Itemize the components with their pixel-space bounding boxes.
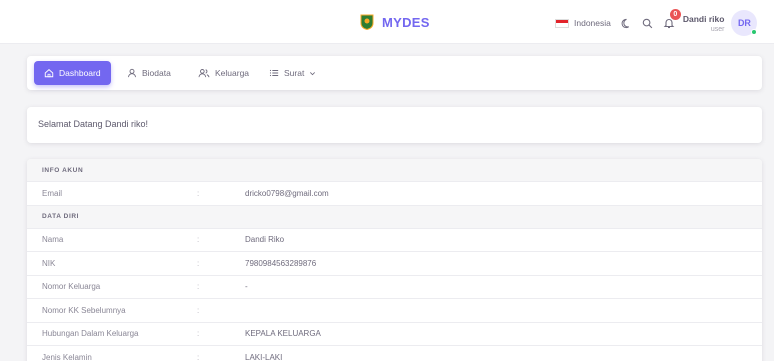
notification-badge: 0 — [669, 9, 681, 20]
online-status-dot — [751, 29, 758, 35]
horizontal-menu: Dashboard Biodata Keluarga Surat — [27, 56, 762, 90]
brand-name: MYDES — [382, 14, 430, 30]
home-icon — [44, 69, 54, 78]
user-role: user — [710, 25, 725, 33]
row-value: LAKI-LAKI — [245, 352, 283, 361]
row-value: Dandi Riko — [245, 235, 285, 245]
search-icon[interactable] — [640, 15, 656, 31]
user-info[interactable]: Dandi riko user — [683, 14, 725, 33]
row-value: dricko0798@gmail.com — [245, 188, 329, 198]
row-value: - — [245, 282, 248, 292]
welcome-card: Selamat Datang Dandi riko! — [27, 107, 762, 143]
row-separator: : — [197, 352, 200, 361]
row-label: Nomor Keluarga — [42, 282, 101, 292]
language-selector[interactable]: Indonesia — [574, 18, 611, 28]
menu-item-label: Keluarga — [215, 68, 250, 78]
row-separator: : — [197, 282, 200, 292]
table-row: Nomor KK Sebelumnya : — [27, 299, 762, 323]
section-info-akun: INFO AKUN — [27, 159, 762, 182]
avatar[interactable]: DR — [731, 10, 758, 36]
row-label: NIK — [42, 258, 56, 268]
menu-item-keluarga[interactable]: Keluarga — [190, 61, 257, 85]
theme-toggle-icon[interactable] — [619, 15, 635, 31]
indonesia-flag-icon[interactable] — [555, 18, 569, 28]
row-label: Jenis Kelamin — [42, 352, 92, 361]
row-value: 7980984563289876 — [245, 258, 317, 268]
table-row: NIK : 7980984563289876 — [27, 252, 762, 276]
row-separator: : — [197, 188, 200, 198]
section-data-diri: DATA DIRI — [27, 205, 762, 229]
welcome-text: Selamat Datang Dandi riko! — [38, 119, 149, 129]
row-label: Nomor KK Sebelumnya — [42, 305, 126, 315]
row-label: Hubungan Dalam Keluarga — [42, 329, 139, 339]
list-icon — [269, 69, 279, 77]
row-label: Email — [42, 188, 63, 198]
table-row: Hubungan Dalam Keluarga : KEPALA KELUARG… — [27, 323, 762, 346]
row-separator: : — [197, 329, 200, 339]
notification-bell-icon[interactable]: 0 — [661, 9, 681, 31]
menu-item-dashboard[interactable]: Dashboard — [34, 61, 111, 85]
users-icon — [198, 69, 210, 78]
chevron-down-icon — [310, 71, 316, 75]
row-value: KEPALA KELUARGA — [245, 329, 321, 339]
row-separator: : — [197, 258, 200, 268]
menu-item-label: Biodata — [142, 68, 171, 78]
row-separator: : — [197, 235, 200, 245]
menu-item-label: Surat — [284, 68, 305, 78]
row-separator: : — [197, 305, 200, 315]
top-navbar: MYDES Indonesia 0 Dandi riko user DR — [0, 0, 774, 44]
table-row: Email : dricko0798@gmail.com — [27, 182, 762, 206]
table-row: Nomor Keluarga : - — [27, 276, 762, 299]
user-name: Dandi riko — [682, 13, 725, 24]
brand[interactable]: MYDES — [360, 14, 430, 30]
user-icon — [128, 68, 136, 78]
menu-item-surat[interactable]: Surat — [261, 61, 324, 85]
table-row: Jenis Kelamin : LAKI-LAKI — [27, 346, 762, 361]
menu-item-label: Dashboard — [59, 68, 101, 78]
info-card: INFO AKUN Email : dricko0798@gmail.com D… — [27, 159, 762, 361]
menu-item-biodata[interactable]: Biodata — [119, 61, 179, 85]
brand-logo-icon — [360, 14, 374, 30]
row-label: Nama — [42, 235, 64, 245]
table-row: Nama : Dandi Riko — [27, 229, 762, 252]
avatar-initials: DR — [737, 18, 751, 28]
